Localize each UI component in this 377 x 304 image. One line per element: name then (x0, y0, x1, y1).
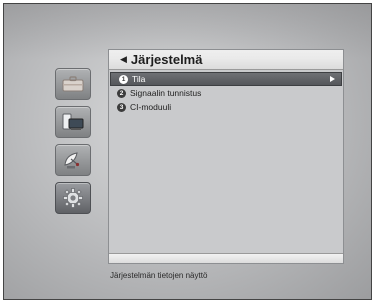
panel-header: ◀ Järjestelmä (109, 50, 343, 70)
panel-footer (109, 253, 343, 263)
chevron-right-icon (330, 76, 335, 82)
menu-item-tila[interactable]: 1 Tila (110, 72, 342, 86)
toolbox-icon (62, 76, 84, 92)
help-text: Järjestelmän tietojen näyttö (110, 271, 208, 280)
satellite-category[interactable] (55, 144, 91, 176)
item-number-badge: 1 (119, 74, 128, 84)
system-menu-panel: ◀ Järjestelmä 1 Tila 2 Signaalin tunnist… (108, 49, 344, 264)
panel-title: Järjestelmä (130, 52, 203, 67)
devices-category[interactable] (55, 106, 91, 138)
tv-screen: ◀ Järjestelmä 1 Tila 2 Signaalin tunnist… (3, 3, 372, 300)
menu-item-ci-moduuli[interactable]: 3 CI-moduuli (109, 100, 343, 114)
system-category[interactable] (55, 182, 91, 214)
back-arrow-icon[interactable]: ◀ (120, 54, 127, 65)
menu-item-signaalin-tunnistus[interactable]: 2 Signaalin tunnistus (109, 86, 343, 100)
devices-icon (62, 113, 84, 130)
gear-icon (63, 188, 83, 208)
menu-item-label: Tila (132, 74, 146, 84)
toolbox-category[interactable] (55, 68, 91, 100)
item-number-badge: 3 (117, 102, 126, 112)
item-number-badge: 2 (117, 88, 126, 98)
satellite-dish-icon (64, 152, 80, 169)
menu-item-label: Signaalin tunnistus (130, 88, 202, 98)
menu-list: 1 Tila 2 Signaalin tunnistus 3 CI-moduul… (109, 72, 343, 114)
menu-item-label: CI-moduuli (130, 102, 172, 112)
